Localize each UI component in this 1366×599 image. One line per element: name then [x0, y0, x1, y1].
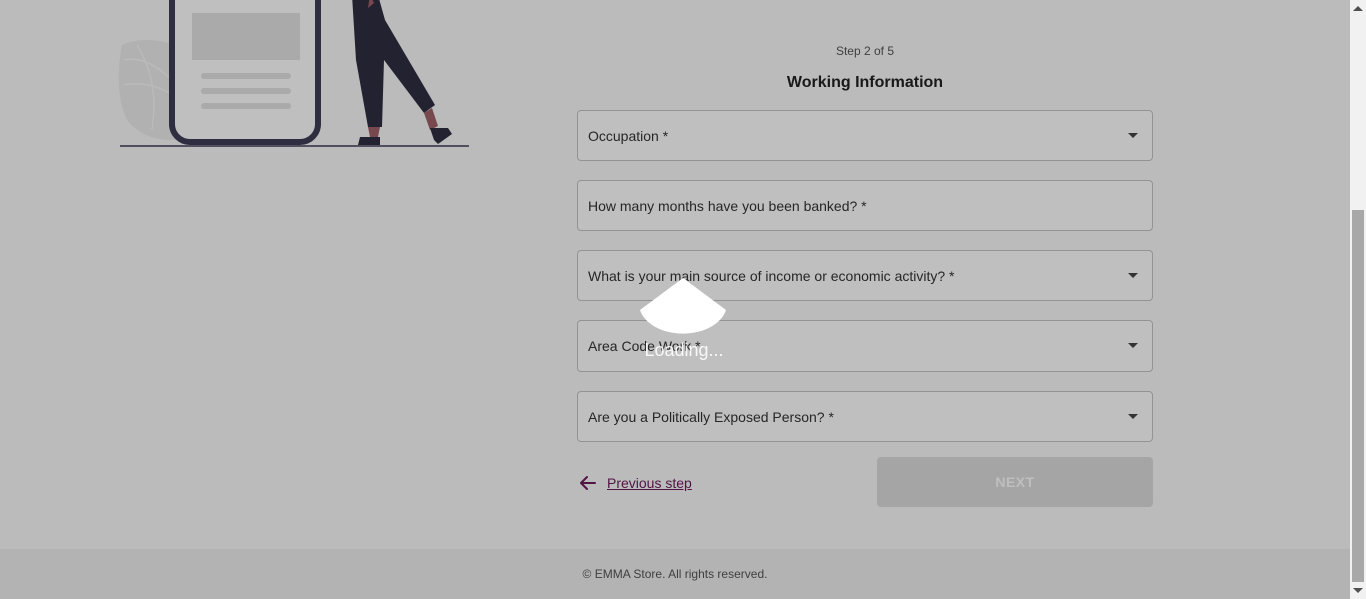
- spinner-icon: [640, 278, 726, 334]
- loading-text: Loading...: [644, 340, 724, 360]
- scroll-down-arrow-icon[interactable]: [1353, 588, 1363, 593]
- scroll-up-arrow-icon[interactable]: [1353, 6, 1363, 11]
- loading-indicator: Loading...: [640, 278, 728, 368]
- loading-overlay: Loading...: [0, 0, 1350, 599]
- vertical-scrollbar[interactable]: [1350, 0, 1366, 599]
- scroll-thumb[interactable]: [1352, 210, 1364, 582]
